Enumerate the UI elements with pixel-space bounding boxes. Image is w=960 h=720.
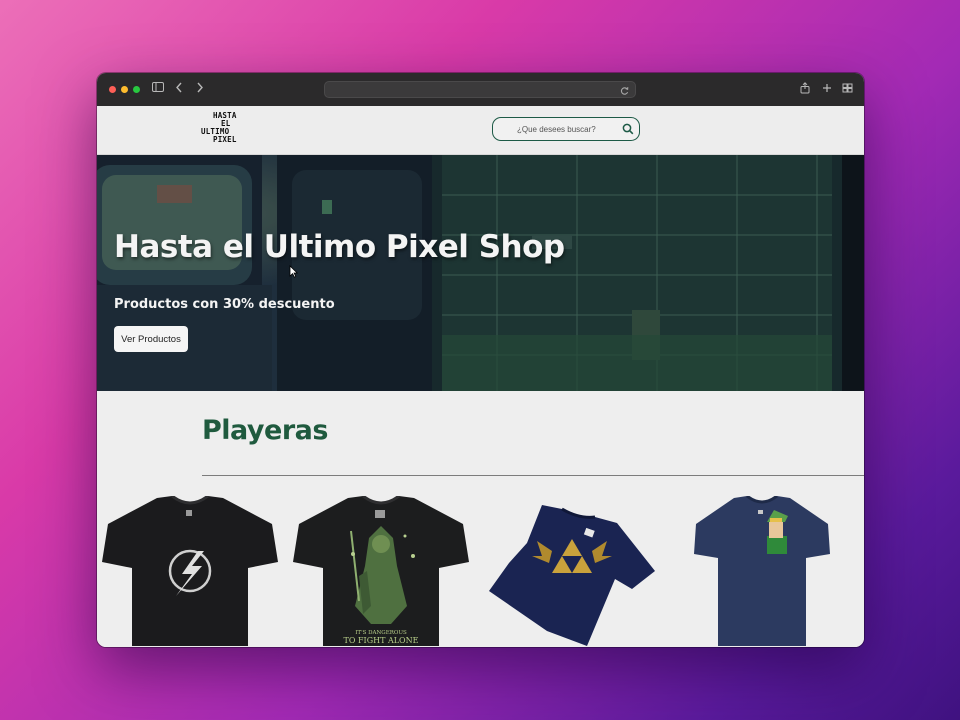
zoom-window-button[interactable] <box>133 86 140 93</box>
tab-overview-icon[interactable] <box>842 82 853 97</box>
flash-tshirt-image <box>102 494 278 646</box>
close-window-button[interactable] <box>109 86 116 93</box>
mouse-pointer-icon <box>289 265 299 283</box>
webpage: HASTA EL ULTIMO PIXEL ¿Que desees buscar… <box>97 106 864 647</box>
window-controls <box>109 86 140 93</box>
hero-banner: Hasta el Ultimo Pixel Shop Productos con… <box>97 155 864 391</box>
product-grid: IT'S DANGEROUS TO FIGHT ALONE <box>97 486 864 647</box>
view-products-button[interactable]: Ver Productos <box>114 326 188 352</box>
forward-icon[interactable] <box>196 82 204 96</box>
back-icon[interactable] <box>175 82 183 96</box>
product-card-flash-tshirt[interactable] <box>102 494 278 647</box>
section-title: Playeras <box>202 415 328 446</box>
site-logo[interactable]: HASTA EL ULTIMO PIXEL <box>201 112 249 144</box>
sidebar-toggle-icon[interactable] <box>152 82 164 96</box>
reload-icon[interactable] <box>620 83 629 101</box>
address-bar[interactable] <box>324 81 636 98</box>
product-card-triforce-tshirt[interactable] <box>487 501 657 647</box>
hero-title: Hasta el Ultimo Pixel Shop <box>114 229 565 265</box>
tshirt-print-line: TO FIGHT ALONE <box>343 636 419 645</box>
hero-subtitle: Productos con 30% descuento <box>114 297 335 312</box>
zelda-link-tshirt-image <box>293 494 469 646</box>
hero-overlay <box>97 155 864 391</box>
share-icon[interactable] <box>800 82 810 97</box>
site-header: HASTA EL ULTIMO PIXEL <box>97 106 864 155</box>
section-divider <box>202 475 864 476</box>
new-tab-icon[interactable] <box>822 82 832 97</box>
browser-window: HASTA EL ULTIMO PIXEL ¿Que desees buscar… <box>97 73 864 647</box>
logo-line: PIXEL <box>213 135 237 144</box>
pocket-link-tshirt-image <box>694 494 830 646</box>
browser-titlebar <box>97 73 864 106</box>
tshirts-section: Playeras IT'S DANGEROUS TO FIGHT ALONE <box>97 391 864 647</box>
product-card-zelda-link-tshirt[interactable]: IT'S DANGEROUS TO FIGHT ALONE <box>293 494 469 647</box>
search-box <box>492 117 640 141</box>
product-card-pocket-link-tshirt[interactable] <box>692 494 832 647</box>
search-icon[interactable] <box>622 122 634 140</box>
triforce-tshirt-image <box>489 505 655 646</box>
minimize-window-button[interactable] <box>121 86 128 93</box>
search-input[interactable] <box>493 124 613 134</box>
